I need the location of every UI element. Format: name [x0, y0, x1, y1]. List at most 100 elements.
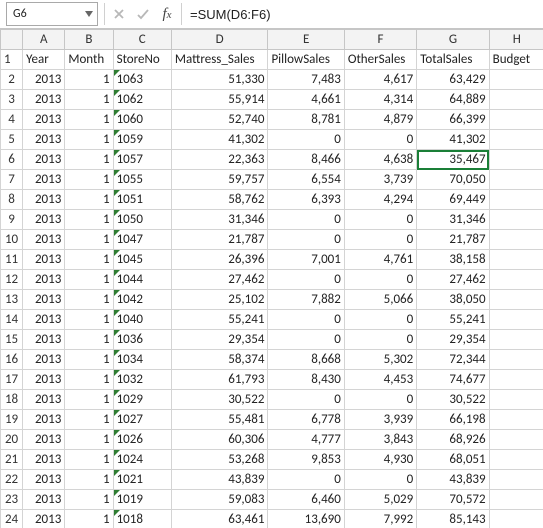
cell[interactable]	[489, 150, 543, 170]
cell[interactable]: 1026	[113, 430, 171, 450]
header-cell[interactable]: TotalSales	[417, 50, 489, 70]
row-header[interactable]: 18	[1, 390, 23, 410]
cell[interactable]: 1050	[113, 210, 171, 230]
cell[interactable]: 1034	[113, 350, 171, 370]
cell[interactable]: 27,462	[417, 270, 489, 290]
row-header[interactable]: 12	[1, 270, 23, 290]
row-header[interactable]: 23	[1, 490, 23, 510]
cell[interactable]: 1	[65, 250, 113, 270]
cell[interactable]: 64,889	[417, 90, 489, 110]
formula-input[interactable]	[184, 3, 543, 25]
cell[interactable]: 1	[65, 210, 113, 230]
cell[interactable]: 1062	[113, 90, 171, 110]
cell[interactable]: 1	[65, 310, 113, 330]
cell[interactable]: 0	[268, 210, 344, 230]
cell[interactable]: 59,083	[171, 490, 268, 510]
column-header-F[interactable]: F	[344, 30, 416, 50]
cell[interactable]	[489, 490, 543, 510]
cell[interactable]: 2013	[23, 90, 65, 110]
row-header[interactable]: 14	[1, 310, 23, 330]
cell[interactable]: 1	[65, 230, 113, 250]
cell[interactable]: 0	[268, 130, 344, 150]
cell[interactable]: 1	[65, 350, 113, 370]
cell[interactable]: 1024	[113, 450, 171, 470]
cell[interactable]: 1	[65, 490, 113, 510]
cell[interactable]	[489, 330, 543, 350]
cell[interactable]: 0	[344, 390, 416, 410]
cell[interactable]: 55,241	[171, 310, 268, 330]
cell[interactable]: 2013	[23, 250, 65, 270]
cell[interactable]	[489, 250, 543, 270]
row-header[interactable]: 16	[1, 350, 23, 370]
row-header[interactable]: 21	[1, 450, 23, 470]
cell[interactable]: 4,761	[344, 250, 416, 270]
cell[interactable]: 6,393	[268, 190, 344, 210]
cell[interactable]: 5,066	[344, 290, 416, 310]
cell[interactable]: 1	[65, 70, 113, 90]
cell[interactable]: 1	[65, 470, 113, 490]
cell[interactable]	[489, 90, 543, 110]
cell[interactable]: 5,029	[344, 490, 416, 510]
cell[interactable]: 0	[268, 390, 344, 410]
row-header[interactable]: 24	[1, 510, 23, 528]
cell[interactable]: 4,314	[344, 90, 416, 110]
cell[interactable]: 55,481	[171, 410, 268, 430]
cell[interactable]: 1029	[113, 390, 171, 410]
cell[interactable]: 1057	[113, 150, 171, 170]
cell[interactable]: 2013	[23, 130, 65, 150]
select-all-corner[interactable]	[1, 30, 23, 50]
cell[interactable]: 66,399	[417, 110, 489, 130]
cell[interactable]: 43,839	[417, 470, 489, 490]
cell[interactable]: 0	[344, 330, 416, 350]
cell[interactable]: 58,374	[171, 350, 268, 370]
header-cell[interactable]: StoreNo	[113, 50, 171, 70]
cell[interactable]: 0	[268, 330, 344, 350]
cell[interactable]: 2013	[23, 290, 65, 310]
cell[interactable]: 2013	[23, 270, 65, 290]
cell[interactable]: 1021	[113, 470, 171, 490]
cell[interactable]: 1045	[113, 250, 171, 270]
cell[interactable]: 30,522	[171, 390, 268, 410]
cell[interactable]: 1032	[113, 370, 171, 390]
cell[interactable]: 51,330	[171, 70, 268, 90]
cell[interactable]: 1060	[113, 110, 171, 130]
cell[interactable]: 41,302	[417, 130, 489, 150]
row-header[interactable]: 6	[1, 150, 23, 170]
cell[interactable]: 2013	[23, 470, 65, 490]
cell[interactable]: 1051	[113, 190, 171, 210]
cell[interactable]: 53,268	[171, 450, 268, 470]
cell[interactable]: 72,344	[417, 350, 489, 370]
cell[interactable]: 29,354	[171, 330, 268, 350]
cell[interactable]	[489, 130, 543, 150]
cell[interactable]: 35,467	[417, 150, 489, 170]
cell[interactable]: 85,143	[417, 510, 489, 528]
cell[interactable]: 0	[344, 230, 416, 250]
cell[interactable]: 2013	[23, 490, 65, 510]
column-header-D[interactable]: D	[171, 30, 268, 50]
cell[interactable]: 8,466	[268, 150, 344, 170]
cell[interactable]: 43,839	[171, 470, 268, 490]
cell[interactable]: 21,787	[417, 230, 489, 250]
cell[interactable]: 2013	[23, 150, 65, 170]
cell[interactable]: 7,483	[268, 70, 344, 90]
cell[interactable]: 1019	[113, 490, 171, 510]
column-header-E[interactable]: E	[268, 30, 344, 50]
cell[interactable]: 4,453	[344, 370, 416, 390]
cell[interactable]	[489, 510, 543, 528]
cell[interactable]: 41,302	[171, 130, 268, 150]
cell[interactable]: 66,198	[417, 410, 489, 430]
cell[interactable]	[489, 410, 543, 430]
cell[interactable]: 74,677	[417, 370, 489, 390]
row-header[interactable]: 22	[1, 470, 23, 490]
cell[interactable]: 55,914	[171, 90, 268, 110]
cell[interactable]	[489, 270, 543, 290]
cell[interactable]: 4,617	[344, 70, 416, 90]
cell[interactable]: 1	[65, 370, 113, 390]
cell[interactable]: 4,930	[344, 450, 416, 470]
cell[interactable]: 0	[268, 310, 344, 330]
row-header[interactable]: 7	[1, 170, 23, 190]
row-header[interactable]: 5	[1, 130, 23, 150]
cell[interactable]: 61,793	[171, 370, 268, 390]
cell[interactable]: 13,690	[268, 510, 344, 528]
cell[interactable]: 1055	[113, 170, 171, 190]
